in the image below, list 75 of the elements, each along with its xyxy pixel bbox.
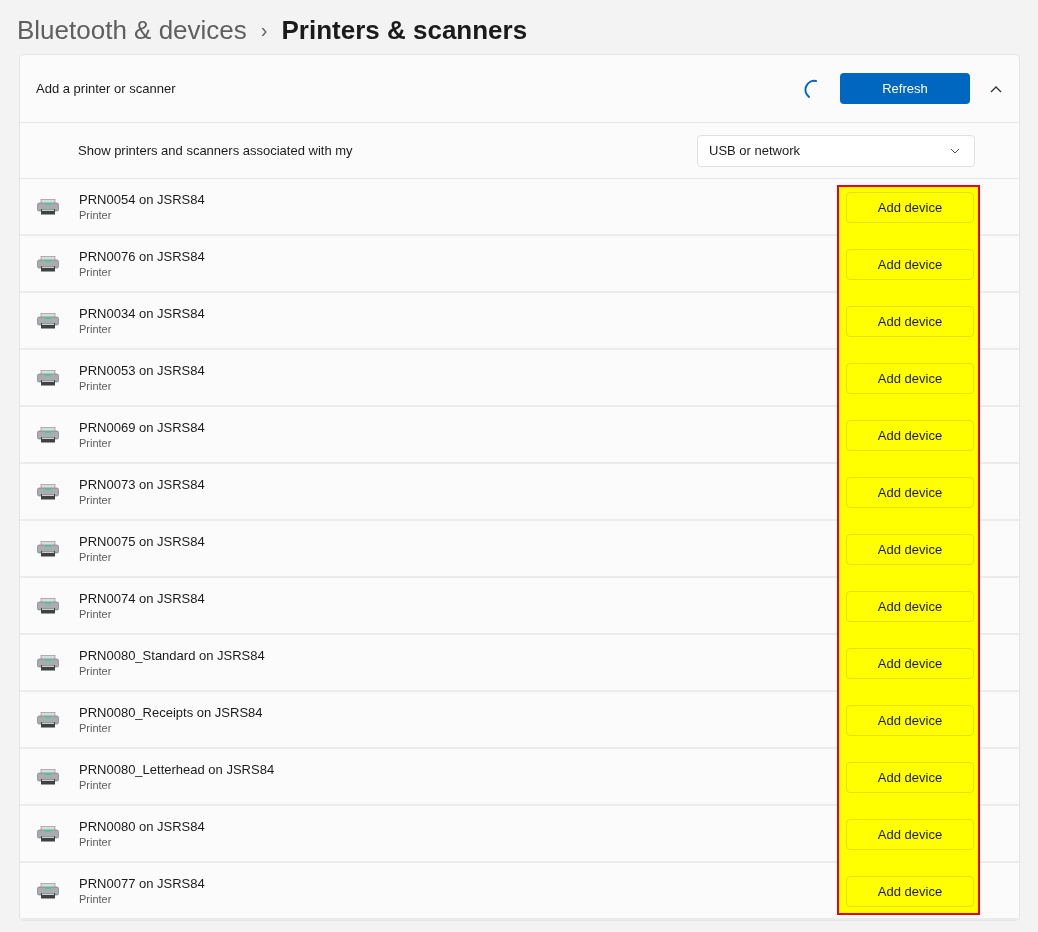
device-type: Printer (79, 608, 113, 620)
add-device-button[interactable]: Add device (846, 420, 974, 451)
device-type: Printer (79, 722, 113, 734)
device-name: PRN0080_Receipts on JSRS84 (79, 705, 264, 720)
device-name: PRN0075 on JSRS84 (79, 534, 206, 549)
device-type: Printer (79, 437, 113, 449)
device-type: Printer (79, 494, 113, 506)
device-name: PRN0053 on JSRS84 (79, 363, 206, 378)
printer-icon (37, 768, 59, 785)
chevron-down-icon (950, 147, 960, 154)
add-device-button[interactable]: Add device (846, 306, 974, 337)
device-row[interactable]: PRN0034 on JSRS84 Printer Add device (20, 293, 1019, 350)
add-device-button[interactable]: Add device (846, 819, 974, 850)
add-device-button[interactable]: Add device (846, 249, 974, 280)
page-title: Printers & scanners (281, 15, 528, 46)
device-name: PRN0076 on JSRS84 (79, 249, 206, 264)
device-type: Printer (79, 665, 113, 677)
printer-icon (37, 369, 59, 386)
device-type: Printer (79, 323, 113, 335)
chevron-up-icon[interactable] (990, 84, 1002, 93)
filter-dropdown[interactable]: USB or network (697, 134, 975, 167)
device-row[interactable]: PRN0080 on JSRS84 Printer Add device (20, 806, 1019, 863)
printer-icon (37, 426, 59, 443)
device-name: PRN0034 on JSRS84 (79, 306, 206, 321)
add-device-button[interactable]: Add device (846, 876, 974, 907)
breadcrumb-separator: › (260, 19, 268, 42)
add-device-button[interactable]: Add device (846, 192, 974, 223)
device-name: PRN0073 on JSRS84 (79, 477, 206, 492)
add-device-button[interactable]: Add device (846, 648, 974, 679)
device-name: PRN0080_Letterhead on JSRS84 (79, 762, 276, 777)
add-device-button[interactable]: Add device (846, 363, 974, 394)
printer-icon (37, 312, 59, 329)
device-row[interactable]: PRN0074 on JSRS84 Printer Add device (20, 578, 1019, 635)
section-title: Add a printer or scanner (36, 81, 176, 96)
device-name: PRN0080_Standard on JSRS84 (79, 648, 266, 663)
section-header[interactable]: Add a printer or scanner Refresh (20, 55, 1019, 123)
device-type: Printer (79, 836, 113, 848)
device-row[interactable]: PRN0080_Standard on JSRS84 Printer Add device (20, 635, 1019, 692)
device-name: PRN0069 on JSRS84 (79, 420, 206, 435)
device-type: Printer (79, 893, 113, 905)
printer-icon (37, 597, 59, 614)
breadcrumb-link[interactable]: Bluetooth & devices (17, 15, 247, 46)
device-type: Printer (79, 779, 113, 791)
add-device-button[interactable]: Add device (846, 534, 974, 565)
printer-icon (37, 654, 59, 671)
printer-icon (37, 540, 59, 557)
printer-icon (37, 483, 59, 500)
device-name: PRN0074 on JSRS84 (79, 591, 206, 606)
device-name: PRN0077 on JSRS84 (79, 876, 206, 891)
device-row[interactable]: PRN0080_Receipts on JSRS84 Printer Add device (20, 692, 1019, 749)
device-row[interactable]: PRN0077 on JSRS84 Printer Add device (20, 863, 1019, 920)
printer-icon (37, 255, 59, 272)
device-row[interactable]: PRN0054 on JSRS84 Printer Add device (20, 179, 1019, 236)
add-device-button[interactable]: Add device (846, 705, 974, 736)
device-type: Printer (79, 209, 113, 221)
printer-icon (37, 825, 59, 842)
device-type: Printer (79, 380, 113, 392)
device-row[interactable]: PRN0080_Letterhead on JSRS84 Printer Add device (20, 749, 1019, 806)
device-row[interactable]: PRN0073 on JSRS84 Printer Add device (20, 464, 1019, 521)
add-device-button[interactable]: Add device (846, 477, 974, 508)
device-row[interactable]: PRN0053 on JSRS84 Printer Add device (20, 350, 1019, 407)
add-device-button[interactable]: Add device (846, 591, 974, 622)
device-name: PRN0054 on JSRS84 (79, 192, 206, 207)
device-type: Printer (79, 266, 113, 278)
refresh-button[interactable]: Refresh (840, 73, 970, 104)
device-row[interactable]: PRN0069 on JSRS84 Printer Add device (20, 407, 1019, 464)
device-name: PRN0080 on JSRS84 (79, 819, 206, 834)
printer-icon (37, 198, 59, 215)
filter-label: Show printers and scanners associated with my (78, 143, 353, 158)
add-device-button[interactable]: Add device (846, 762, 974, 793)
device-type: Printer (79, 551, 113, 563)
device-row[interactable]: PRN0076 on JSRS84 Printer Add device (20, 236, 1019, 293)
printer-icon (37, 711, 59, 728)
device-row[interactable]: PRN0075 on JSRS84 Printer Add device (20, 521, 1019, 578)
printer-icon (37, 882, 59, 899)
